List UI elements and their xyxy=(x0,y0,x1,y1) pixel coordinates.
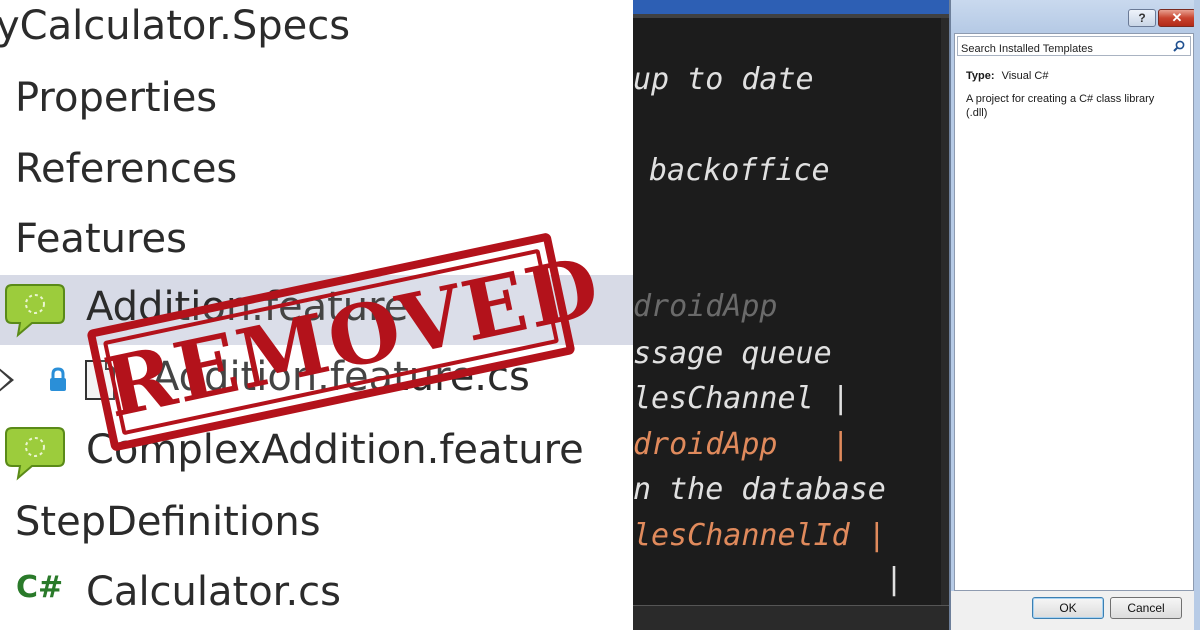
speech-bubble-icon xyxy=(5,284,65,338)
project-title: yCalculator.Specs xyxy=(0,3,351,49)
solution-explorer-panel: yCalculator.Specs Properties References … xyxy=(0,0,633,630)
lock-icon xyxy=(50,367,66,391)
new-project-dialog: ? ✕ Type: Visual C# A project for creati… xyxy=(949,0,1200,630)
close-button[interactable]: ✕ xyxy=(1158,9,1196,27)
console-title-bar xyxy=(633,0,949,14)
dialog-button-bar: OK Cancel xyxy=(951,591,1198,630)
console-line: lesChannelId | xyxy=(633,518,886,553)
console-panel: up to date backoffice droidApp ssage que… xyxy=(633,0,949,630)
tree-item-label: Calculator.cs xyxy=(86,569,341,615)
tree-item-label: References xyxy=(15,146,238,192)
template-type: Type: Visual C# xyxy=(966,70,1048,82)
console-line: | xyxy=(885,562,904,597)
console-status-bar xyxy=(633,605,949,630)
tree-item-properties[interactable]: Properties xyxy=(0,66,633,136)
console-line: droidApp xyxy=(633,289,778,324)
tree-item-references[interactable]: References xyxy=(0,137,633,207)
template-details-pane: Type: Visual C# A project for creating a… xyxy=(954,33,1194,591)
tree-item-label: Properties xyxy=(15,75,218,121)
type-value: Visual C# xyxy=(1001,70,1049,82)
type-label: Type: xyxy=(966,70,995,82)
project-node[interactable]: yCalculator.Specs xyxy=(0,0,633,64)
console-line: backoffice xyxy=(649,153,830,188)
console-line: up to date xyxy=(633,62,814,97)
ok-button[interactable]: OK xyxy=(1032,597,1104,619)
tree-item-stepdefinitions[interactable]: StepDefinitions xyxy=(0,490,633,560)
cancel-button[interactable]: Cancel xyxy=(1110,597,1182,619)
console-tab-strip xyxy=(633,14,949,18)
console-line: droidApp | xyxy=(633,427,850,462)
dialog-right-border xyxy=(1194,0,1200,630)
tree-item-complexaddition-feature[interactable]: ComplexAddition.feature xyxy=(0,418,633,488)
tree-item-label: Features xyxy=(15,216,187,262)
tree-item-calculator-cs[interactable]: C# Calculator.cs xyxy=(0,560,633,630)
console-line: ssage queue xyxy=(633,336,832,371)
help-button[interactable]: ? xyxy=(1128,9,1156,27)
search-box[interactable] xyxy=(957,36,1191,57)
csharp-file-icon: C# xyxy=(16,570,64,605)
console-line: lesChannel | xyxy=(633,381,850,416)
tree-item-label: StepDefinitions xyxy=(15,499,321,545)
expand-arrow-icon[interactable] xyxy=(0,367,14,393)
template-description: A project for creating a C# class librar… xyxy=(966,93,1155,119)
console-scrollbar[interactable] xyxy=(941,18,949,605)
console-line: n the database xyxy=(633,472,886,507)
search-icon[interactable] xyxy=(1173,40,1185,52)
speech-bubble-icon xyxy=(5,427,65,481)
search-input[interactable] xyxy=(961,41,1166,57)
